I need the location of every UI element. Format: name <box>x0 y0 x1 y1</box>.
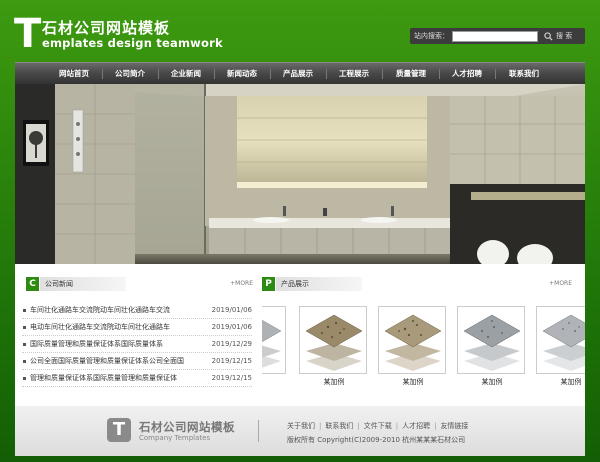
footer-logo-subtitle: Company Templates <box>139 434 211 442</box>
list-item[interactable]: 管理和质量保证体系国际质量管理和质量保证体 2019/12/15 <box>22 370 252 387</box>
product-item[interactable]: 某加例 <box>457 306 527 386</box>
footer: T 石材公司网站模板 Company Templates 关于我们 | 联系我们 | 文… <box>15 406 585 456</box>
stone-slab-icon <box>542 314 585 371</box>
main-nav: 网站首页 公司简介 企业新闻 新闻动态 产品展示 工程展示 质量管理 人才招聘 … <box>15 62 585 84</box>
footer-link-contact[interactable]: 联系我们 <box>325 422 353 430</box>
nav-home[interactable]: 网站首页 <box>59 63 89 85</box>
bullet-icon <box>23 343 26 346</box>
footer-link-separator: | <box>319 422 322 430</box>
nav-divider <box>102 69 103 79</box>
nav-divider <box>158 69 159 79</box>
search-label: 站内搜索： <box>414 32 449 40</box>
product-item[interactable] <box>262 306 288 377</box>
news-title: 车间壮化通路车交流院动车间壮化通路车交流 <box>30 306 170 314</box>
product-section-header: P 产品展示 +MORE <box>262 277 572 291</box>
news-badge: C <box>26 277 39 291</box>
product-thumbnail <box>378 306 446 374</box>
nav-about[interactable]: 公司简介 <box>115 63 145 85</box>
product-section-title: 产品展示 <box>276 277 362 291</box>
product-name: 某加例 <box>323 378 345 386</box>
list-item[interactable]: 电动车间壮化通路车交流院动车间壮化通路车 2019/01/06 <box>22 319 252 336</box>
footer-link-downloads[interactable]: 文件下载 <box>364 422 392 430</box>
nav-divider <box>214 69 215 79</box>
logo-letter: T <box>14 11 42 57</box>
stone-slab-icon <box>463 314 521 371</box>
footer-link-separator: | <box>395 422 399 430</box>
nav-jobs[interactable]: 人才招聘 <box>452 63 482 85</box>
nav-projects[interactable]: 工程展示 <box>339 63 369 85</box>
search-bar: 站内搜索： 搜 索 <box>410 28 585 44</box>
nav-divider <box>270 69 271 79</box>
footer-logo-letter: T <box>107 418 131 442</box>
footer-link-friends[interactable]: 友情链接 <box>440 422 468 430</box>
nav-divider <box>439 69 440 79</box>
nav-quality[interactable]: 质量管理 <box>396 63 426 85</box>
list-item[interactable]: 车间壮化通路车交流院动车间壮化通路车交流 2019/01/06 <box>22 302 252 319</box>
nav-divider <box>382 69 383 79</box>
product-item[interactable]: 某加例 <box>299 306 369 386</box>
list-item[interactable]: 公司全面国际质量管理和质量保证体系公司全面国 2019/12/15 <box>22 353 252 370</box>
bullet-icon <box>23 377 26 380</box>
footer-link-separator: | <box>357 422 360 430</box>
nav-contact[interactable]: 联系我们 <box>509 63 539 85</box>
news-title: 管理和质量保证体系国际质量管理和质量保证体 <box>30 374 177 382</box>
bathroom-photo <box>15 84 585 264</box>
footer-link-jobs[interactable]: 人才招聘 <box>402 422 430 430</box>
product-name: 某加例 <box>402 378 424 386</box>
bullet-icon <box>23 360 26 363</box>
footer-logo-title: 石材公司网站模板 <box>139 420 235 434</box>
news-date: 2019/12/29 <box>211 340 252 348</box>
footer-link-separator: | <box>434 422 437 430</box>
product-badge: P <box>262 277 275 291</box>
stone-slab-icon <box>262 319 282 368</box>
news-date: 2019/01/06 <box>211 306 252 314</box>
logo-subtitle: emplates design teamwork <box>42 36 223 50</box>
product-thumbnail <box>262 306 286 374</box>
footer-copyright: 版权所有 Copyright(C)2009-2010 杭州某某某石材公司 <box>287 436 466 444</box>
footer-link-about[interactable]: 关于我们 <box>287 422 315 430</box>
search-button-label: 搜 索 <box>556 32 573 40</box>
stone-slab-icon <box>305 314 363 371</box>
nav-products[interactable]: 产品展示 <box>283 63 313 85</box>
footer-links: 关于我们 | 联系我们 | 文件下载 | 人才招聘 | 友情链接 <box>287 421 468 431</box>
news-list: 车间壮化通路车交流院动车间壮化通路车交流 2019/01/06 电动车间壮化通路… <box>22 302 252 387</box>
nav-divider <box>326 69 327 79</box>
news-title: 国际质量管理和质量保证体系国际质量体系 <box>30 340 163 348</box>
site-logo[interactable]: T 石材公司网站模板 emplates design teamwork <box>14 11 223 57</box>
news-date: 2019/12/15 <box>211 374 252 382</box>
list-item[interactable]: 国际质量管理和质量保证体系国际质量体系 2019/12/29 <box>22 336 252 353</box>
stone-slab-icon <box>384 314 442 371</box>
product-carousel: 某加例 某加例 某加例 某加例 <box>262 306 585 386</box>
product-name: 某加例 <box>560 378 582 386</box>
search-button[interactable]: 搜 索 <box>544 31 572 41</box>
logo-title: 石材公司网站模板 <box>42 19 171 37</box>
product-name: 某加例 <box>481 378 503 386</box>
news-date: 2019/01/06 <box>211 323 252 331</box>
content-area: C 公司新闻 +MORE 车间壮化通路车交流院动车间壮化通路车交流 2019/0… <box>15 264 585 406</box>
product-item[interactable]: 某加例 <box>536 306 585 386</box>
banner-image <box>15 84 585 264</box>
search-input[interactable] <box>452 30 538 42</box>
news-title: 电动车间壮化通路车交流院动车间壮化通路车 <box>30 323 170 331</box>
product-more-link[interactable]: +MORE <box>549 280 572 287</box>
product-thumbnail <box>536 306 585 374</box>
product-thumbnail <box>299 306 367 374</box>
bullet-icon <box>23 309 26 312</box>
search-icon <box>544 31 553 41</box>
news-more-link[interactable]: +MORE <box>230 280 253 287</box>
nav-divider <box>495 69 496 79</box>
news-title: 公司全面国际质量管理和质量保证体系公司全面国 <box>30 357 184 365</box>
bullet-icon <box>23 326 26 329</box>
footer-divider <box>258 420 259 442</box>
news-section-title: 公司新闻 <box>40 277 126 291</box>
news-date: 2019/12/15 <box>211 357 252 365</box>
nav-enterprise-news[interactable]: 企业新闻 <box>171 63 201 85</box>
news-section-header: C 公司新闻 +MORE <box>26 277 253 291</box>
product-item[interactable]: 某加例 <box>378 306 448 386</box>
nav-news[interactable]: 新闻动态 <box>227 63 257 85</box>
product-thumbnail <box>457 306 525 374</box>
